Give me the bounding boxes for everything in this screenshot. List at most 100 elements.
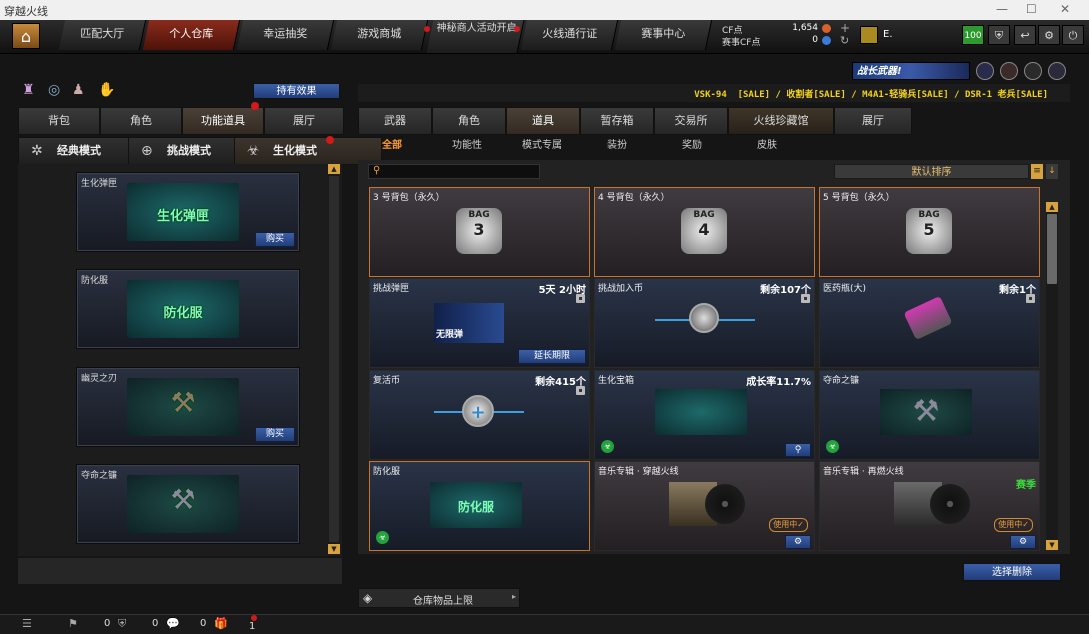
window-titlebar: 穿越火线 — ☐ ✕ [0,0,1089,20]
power-icon[interactable]: ⏻ [1062,25,1084,45]
tab-collection[interactable]: 火线珍藏馆 [728,107,834,135]
clan-icon[interactable]: ⚑ [68,617,78,630]
list-item[interactable]: 幽灵之刃 ⚒ 购买 [76,367,300,447]
rank-icon[interactable]: ♜ [22,82,35,98]
item-card[interactable]: 防化服 防化服 ☣ [369,461,590,551]
banner[interactable]: 战长武器! [852,62,970,80]
tab-function-items[interactable]: 功能道具 [182,107,264,135]
scythe-icon: ⚒ [170,483,196,516]
scroll-down-icon[interactable]: ▼ [328,544,340,554]
item-card[interactable]: 复活币 剩余415个 ▪ + [369,370,590,460]
shield-icon[interactable]: ⛨ [118,617,126,631]
subtab-skin[interactable]: 皮肤 [757,138,777,154]
tab-match-lobby[interactable]: 匹配大厅 [58,20,147,50]
character-icon[interactable]: ♟ [72,82,85,98]
home-icon[interactable]: ⌂ [12,23,40,49]
subtab-functional[interactable]: 功能性 [452,138,482,154]
scroll-thumb[interactable] [329,176,339,542]
scroll-thumb[interactable] [1047,214,1057,284]
tab-event-center[interactable]: 赛事中心 [614,20,713,50]
list-item[interactable]: 夺命之镰 ⚒ [76,464,300,544]
tab-temp-storage[interactable]: 暂存箱 [580,107,654,135]
tab-lucky-draw[interactable]: 幸运抽奖 [236,20,335,50]
tab-game-mall[interactable]: 游戏商城 [330,20,429,50]
tab-mystery-merchant[interactable]: 神秘商人活动开启 [426,20,525,53]
select-delete-button[interactable]: 选择删除 [963,563,1061,581]
tab-showroom[interactable]: 展厅 [264,107,344,135]
left-scrollbar[interactable]: ▲ ▼ [328,164,340,554]
menu-icon[interactable]: ☰ [22,617,32,630]
gear-icon[interactable]: ⚙ [1038,25,1060,45]
scroll-up-icon[interactable]: ▲ [1046,202,1058,212]
scroll-down-icon[interactable]: ▼ [1046,540,1058,550]
gear-icon[interactable]: ⚙ [785,535,811,549]
classic-mode-icon: ✲ [31,143,43,159]
tab-battle-pass[interactable]: 火线通行证 [520,20,619,50]
list-view-icon[interactable]: ≡ [1031,164,1043,179]
vinyl-record-icon [705,484,745,524]
tab-character[interactable]: 角色 [100,107,182,135]
scroll-up-icon[interactable]: ▲ [328,164,340,174]
notification-dot [251,102,259,110]
minimize-icon[interactable]: — [996,2,1008,16]
rocket-icon[interactable] [1024,62,1042,80]
storage-limit-bar[interactable]: ◈ 仓库物品上限 ▸ [358,588,520,608]
chat-icon[interactable]: 💬 [166,617,180,630]
item-card[interactable]: 5 号背包（永久） BAG 5 [819,187,1040,277]
item-card[interactable]: 夺命之镰 ⚒ ☣ [819,370,1040,460]
subtab-mode[interactable]: 模式专属 [522,138,562,154]
item-card[interactable]: 音乐专辑 · 再燃火线 赛季 使用中✓ ⚙ [819,461,1040,551]
in-use-badge: 使用中✓ [994,518,1033,532]
maximize-icon[interactable]: ☐ [1026,2,1037,16]
item-card[interactable]: 挑战弹匣 5天 2小时 ▪ 无限弹 延长期限 [369,278,590,368]
subtab-outfit[interactable]: 装扮 [607,138,627,154]
exit-room-icon[interactable]: ↩ [1014,25,1036,45]
item-card[interactable]: 医药瓶(大) 剩余1个 ▪ [819,278,1040,368]
subtab-all[interactable]: 全部 [382,138,402,154]
extend-button[interactable]: 延长期限 [518,349,586,364]
item-card[interactable]: 生化宝箱 成长率11.7% ☣ ⚲ [594,370,815,460]
target-icon[interactable] [1000,62,1018,80]
tab-items[interactable]: 道具 [506,107,580,135]
v-icon[interactable] [1048,62,1066,80]
subtab-reward[interactable]: 奖励 [682,138,702,154]
item-card[interactable]: 音乐专辑 · 穿越火线 使用中✓ ⚙ [594,461,815,551]
search-input[interactable]: ⚲ [368,164,540,179]
tab-backpack[interactable]: 背包 [18,107,100,135]
shield-icon[interactable]: ⛨ [988,25,1010,45]
gift-icon[interactable]: 🎁 [214,617,228,630]
close-icon[interactable]: ✕ [1060,2,1070,16]
cf-value: 1,654 [792,23,818,33]
buy-button[interactable]: 购买 [255,427,295,442]
search-icon[interactable]: ⚲ [785,443,811,457]
avatar[interactable] [860,26,878,44]
medkit-icon [903,295,953,341]
sort-order-icon[interactable]: ↓ [1046,164,1058,179]
right-scrollbar[interactable]: ▲ ▼ [1046,202,1058,550]
tab-showroom-right[interactable]: 展厅 [834,107,912,135]
tab-weapons[interactable]: 武器 [358,107,432,135]
badge-icon[interactable] [976,62,994,80]
gear-icon[interactable]: ⚙ [1010,535,1036,549]
window-title: 穿越火线 [4,5,48,18]
effect-button[interactable]: 持有效果 [253,83,340,99]
item-art-text: 防化服 [163,306,203,321]
buy-button[interactable]: 购买 [255,232,295,247]
item-image: 防化服 [430,482,522,528]
refresh-icon[interactable]: ◎ [48,82,60,98]
level-badge[interactable]: 100 [962,25,984,45]
sort-select[interactable]: 默认排序 [834,164,1029,179]
add-cf-icon[interactable]: + [840,21,850,35]
tab-characters[interactable]: 角色 [432,107,506,135]
tab-personal-storage[interactable]: 个人仓库 [142,20,241,50]
backpack-icon: BAG 4 [681,208,727,254]
bag-icon[interactable]: ✋ [98,82,115,98]
item-card[interactable]: 4 号背包（永久） BAG 4 [594,187,815,277]
list-item[interactable]: 防化服 防化服 [76,269,300,349]
refresh-cf-icon[interactable]: ↻ [840,34,849,47]
item-card[interactable]: 挑战加入币 剩余107个 ▪ [594,278,815,368]
tab-exchange[interactable]: 交易所 [654,107,728,135]
item-card[interactable]: 3 号背包（永久） BAG 3 [369,187,590,277]
status-bar: ☰ ⚑ 0 ⛨ 0 💬 0 🎁 1 [0,614,1089,634]
list-item[interactable]: 生化弹匣 生化弹匣 购买 [76,172,300,252]
